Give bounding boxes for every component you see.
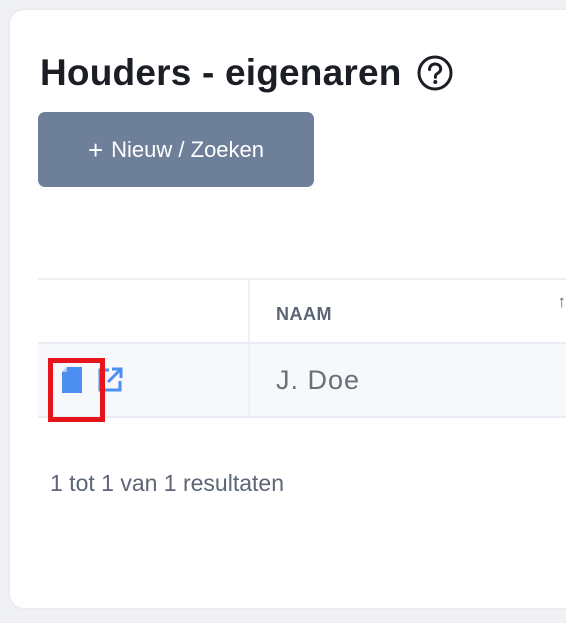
plus-icon: +: [87, 134, 104, 165]
name-column-label: NAAM: [276, 303, 332, 324]
results-count: 1 tot 1 van 1 resultaten: [50, 470, 284, 496]
row-actions-cell: [38, 344, 250, 416]
new-search-button-label: Nieuw / Zoeken: [111, 136, 265, 162]
help-circle-icon[interactable]: [416, 54, 454, 92]
page-header: Houders - eigenaren: [40, 52, 454, 94]
table-header-row: NAAM ↑: [38, 280, 566, 344]
external-link-icon[interactable]: [94, 364, 126, 396]
owners-table: NAAM ↑ J. Doe: [38, 278, 566, 418]
name-cell: J. Doe: [250, 344, 566, 416]
new-search-button[interactable]: + Nieuw / Zoeken: [38, 112, 314, 187]
table-row: J. Doe: [38, 344, 566, 418]
name-column-header[interactable]: NAAM ↑: [250, 280, 566, 342]
sort-arrow-icon[interactable]: ↑: [558, 292, 566, 312]
page-title: Houders - eigenaren: [40, 52, 402, 93]
actions-header-cell: [38, 280, 250, 342]
owner-name: J. Doe: [276, 364, 361, 395]
document-icon[interactable]: [56, 364, 88, 396]
